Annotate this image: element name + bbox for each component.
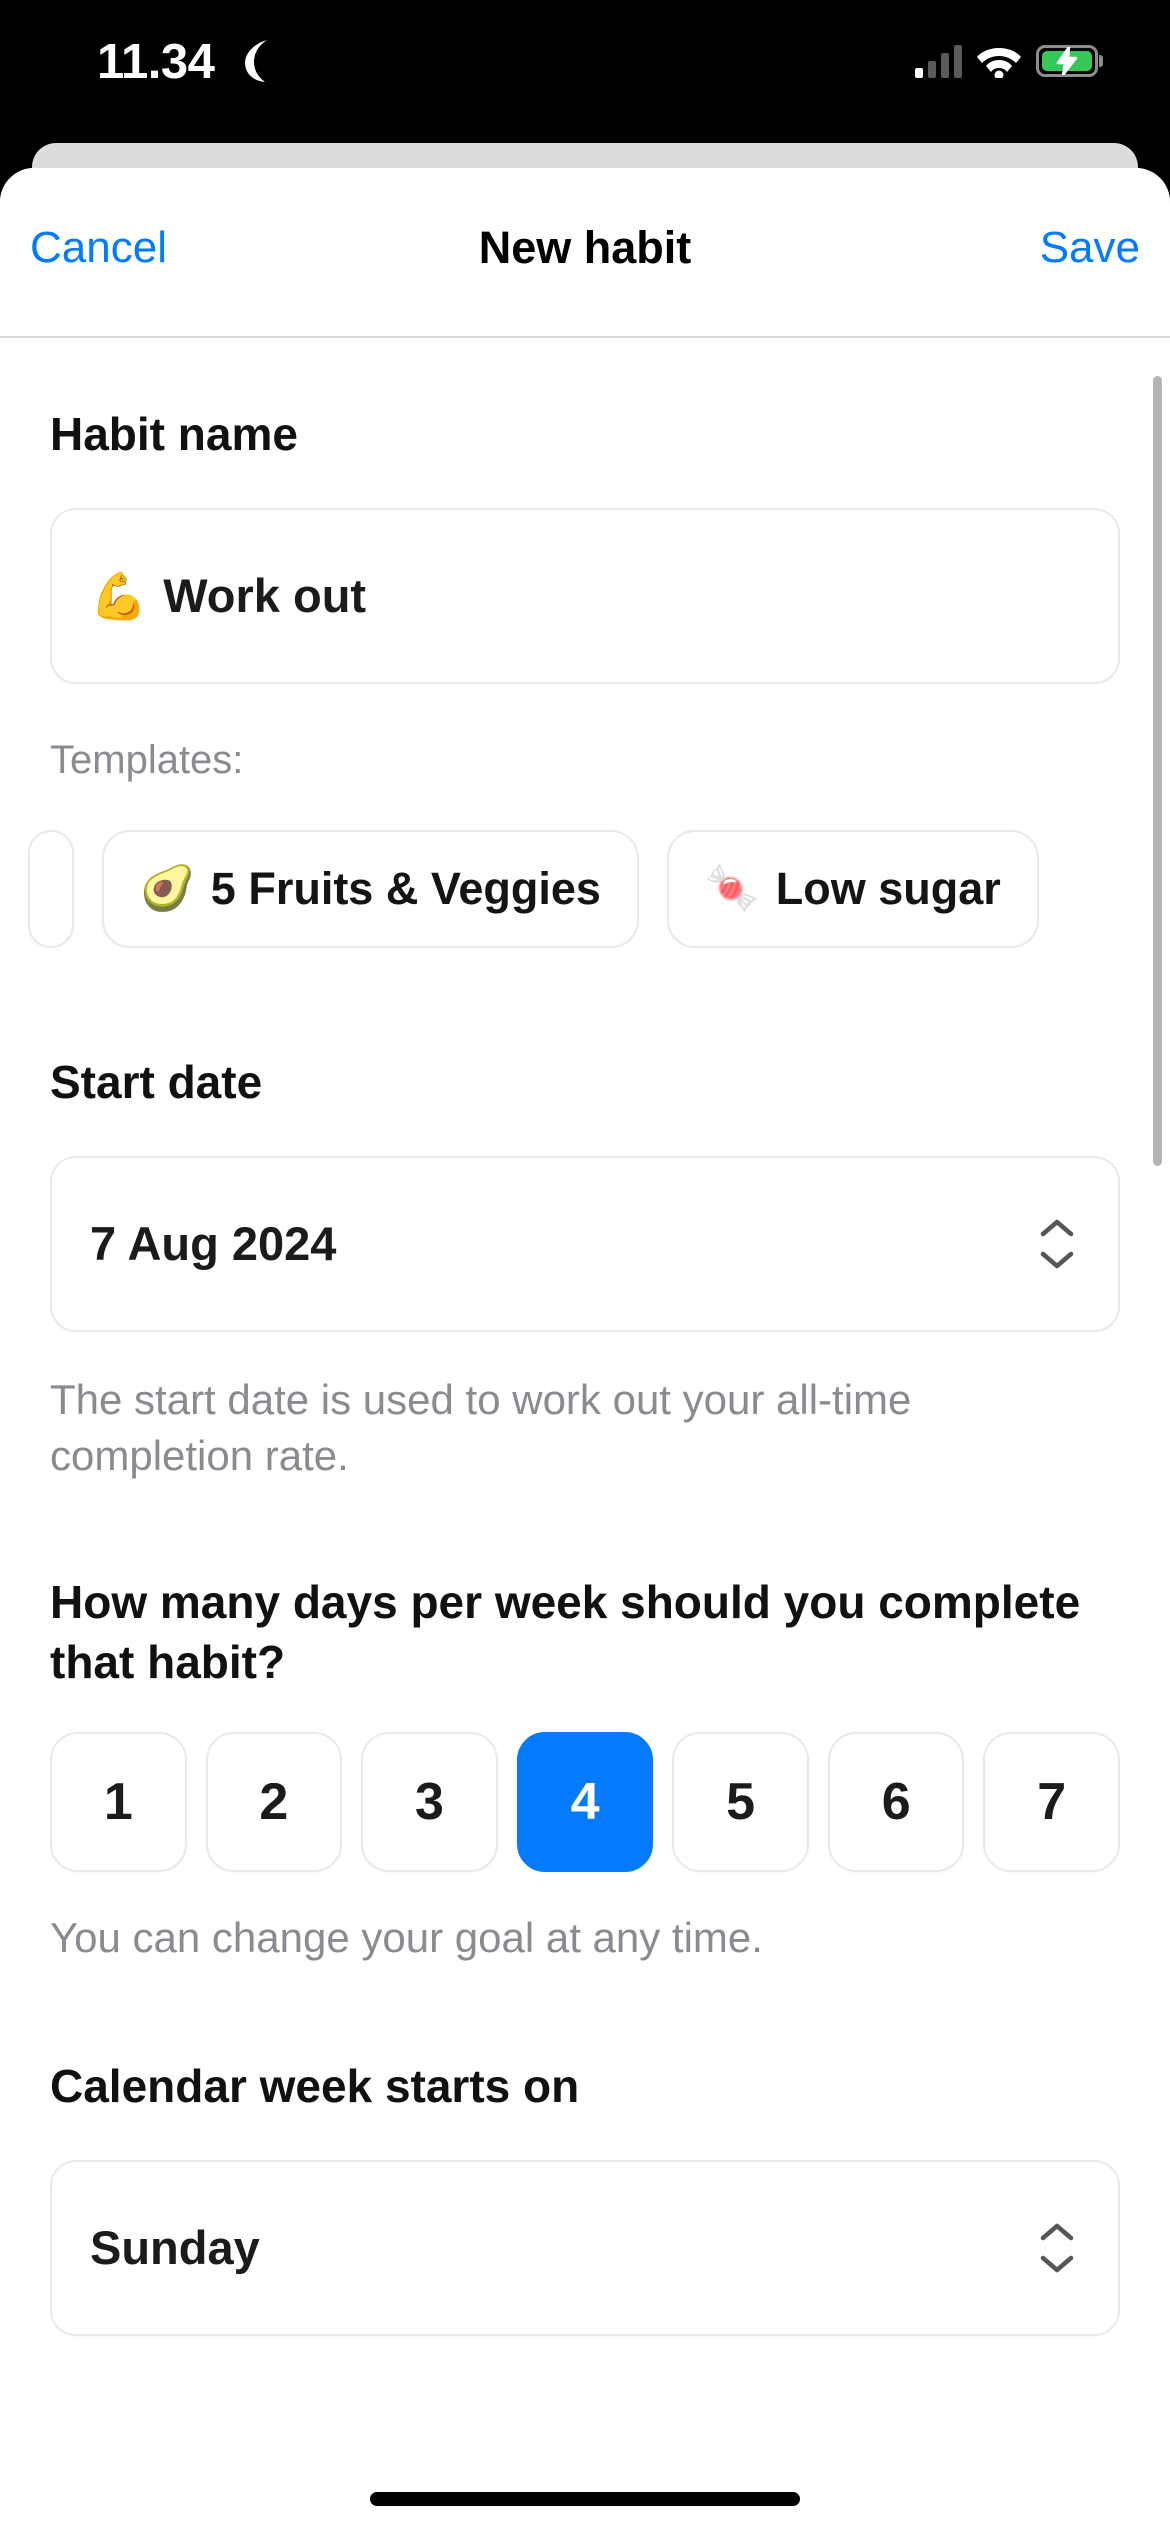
- start-date-picker[interactable]: 7 Aug 2024: [50, 1156, 1120, 1332]
- templates-scroll-row[interactable]: 🥑 5 Fruits & Veggies 🍬 Low sugar: [28, 830, 1170, 948]
- days-option-1[interactable]: 1: [50, 1732, 187, 1872]
- week-start-heading: Calendar week starts on: [50, 2060, 580, 2112]
- home-indicator: [370, 2492, 800, 2506]
- template-chip-label: 5 Fruits & Veggies: [210, 863, 601, 914]
- template-chip-label: Low sugar: [775, 863, 1001, 914]
- days-per-week-selector[interactable]: 1 2 3 4 5 6 7: [50, 1732, 1121, 1872]
- template-chip-fruits-veggies[interactable]: 🥑 5 Fruits & Veggies: [102, 830, 639, 948]
- start-date-help-text: The start date is used to work out your …: [50, 1376, 912, 1479]
- habit-name-value: Work out: [163, 569, 367, 622]
- charging-bolt-icon: [1056, 47, 1078, 75]
- new-habit-sheet: Cancel New habit Save Habit name 💪 Work …: [0, 168, 1170, 2532]
- battery-charging-icon: [1036, 45, 1103, 77]
- form-scroll-area[interactable]: Habit name 💪 Work out Templates: 🥑 5 Fru…: [0, 338, 1170, 2532]
- phone-screen: 11.34 Cancel New habit Save Habit name 💪…: [0, 0, 1170, 2532]
- status-bar-indicators: [915, 38, 1103, 84]
- week-start-value: Sunday: [90, 2221, 260, 2274]
- template-chip-low-sugar[interactable]: 🍬 Low sugar: [666, 830, 1039, 948]
- days-per-week-question: How many days per week should you comple…: [50, 1576, 1081, 1688]
- habit-name-heading: Habit name: [50, 408, 298, 460]
- sheet-nav-bar: Cancel New habit Save: [0, 168, 1170, 338]
- wifi-icon: [977, 48, 1021, 78]
- habit-emoji: 💪: [90, 570, 148, 622]
- save-button[interactable]: Save: [1040, 222, 1140, 274]
- status-bar: 11.34: [0, 0, 1170, 143]
- status-bar-time: 11.34: [97, 35, 215, 89]
- days-option-6[interactable]: 6: [827, 1732, 965, 1872]
- days-option-5[interactable]: 5: [672, 1732, 809, 1872]
- days-option-7[interactable]: 7: [983, 1732, 1121, 1872]
- template-chip-partial[interactable]: [28, 830, 74, 948]
- templates-label: Templates:: [50, 738, 244, 782]
- days-per-week-help-text: You can change your goal at any time.: [50, 1914, 763, 1961]
- chevron-up-down-icon[interactable]: [1034, 1215, 1080, 1273]
- days-option-4[interactable]: 4: [516, 1732, 654, 1872]
- avocado-icon: 🥑: [140, 864, 195, 913]
- habit-name-input[interactable]: 💪 Work out: [50, 508, 1120, 684]
- week-start-picker[interactable]: Sunday: [50, 2160, 1120, 2336]
- vertical-scrollbar[interactable]: [1153, 376, 1162, 1166]
- chevron-up-down-icon[interactable]: [1034, 2219, 1080, 2277]
- days-option-3[interactable]: 3: [361, 1732, 498, 1872]
- cellular-signal-icon: [915, 44, 962, 78]
- start-date-value: 7 Aug 2024: [90, 1217, 337, 1270]
- candy-icon: 🍬: [704, 864, 760, 913]
- start-date-heading: Start date: [50, 1056, 263, 1108]
- crescent-moon-icon: [245, 40, 267, 82]
- page-title: New habit: [478, 222, 692, 273]
- days-option-2[interactable]: 2: [205, 1732, 343, 1872]
